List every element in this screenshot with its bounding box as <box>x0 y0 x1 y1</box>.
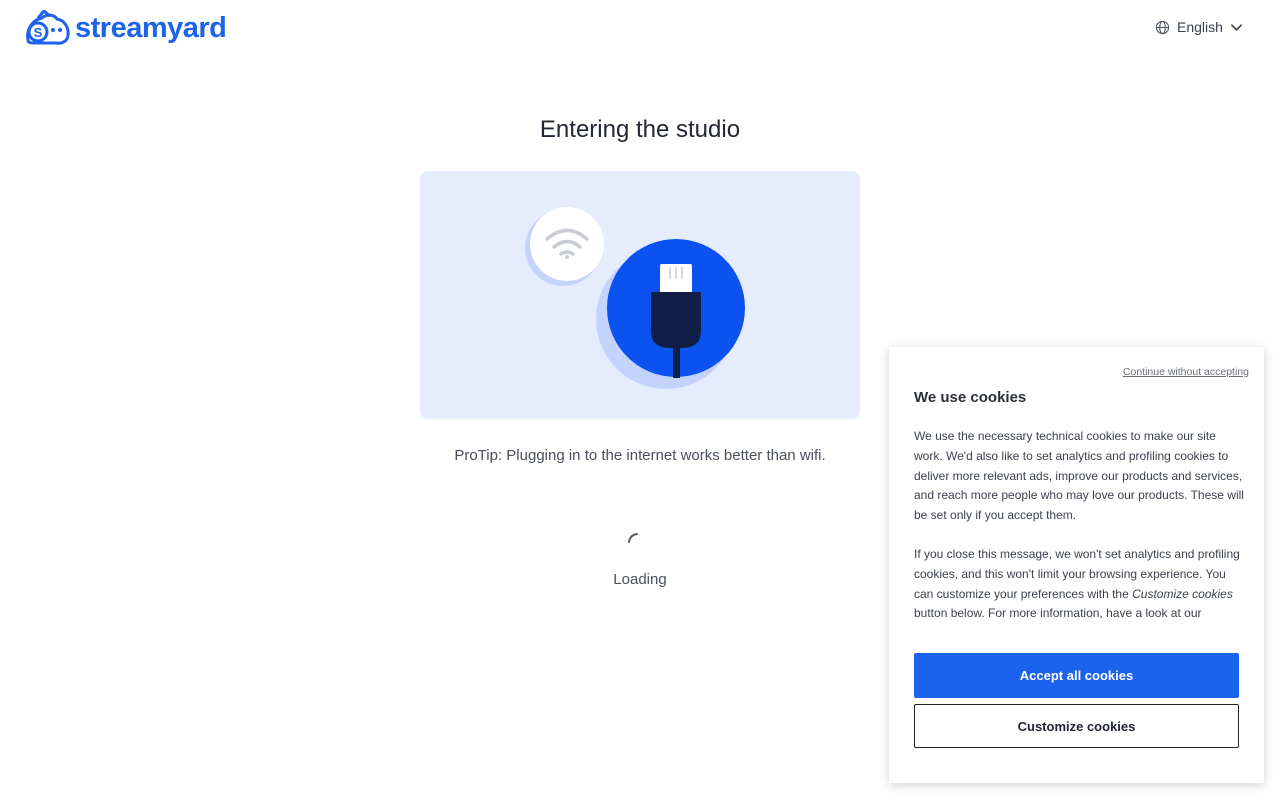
page-title: Entering the studio <box>539 116 741 143</box>
globe-icon <box>1155 20 1170 34</box>
cookie-paragraph-2-emphasis: Customize cookies <box>1132 586 1233 601</box>
accept-all-cookies-button[interactable]: Accept all cookies <box>914 653 1239 698</box>
cookie-title: We use cookies <box>914 389 1027 406</box>
cookie-paragraph-1: We use the necessary technical cookies t… <box>914 429 1244 523</box>
loading-spinner-icon <box>628 533 638 543</box>
connection-illustration <box>420 171 860 419</box>
illustration-canvas <box>525 207 745 389</box>
brand-name: streamyard <box>75 11 227 44</box>
continue-without-accepting-link[interactable]: Continue without accepting <box>1123 366 1249 378</box>
cookie-consent-panel: Continue without accepting We use cookie… <box>889 347 1264 783</box>
customize-cookies-button[interactable]: Customize cookies <box>914 704 1239 748</box>
streamyard-logo[interactable]: S streamyard <box>24 10 227 46</box>
cookie-paragraph-2: If you close this message, we won't set … <box>914 545 1244 624</box>
svg-text:S: S <box>34 25 43 40</box>
language-label: English <box>1177 19 1223 35</box>
page: S streamyard English Entering the studio <box>0 0 1280 800</box>
cookie-paragraph-2-end: button below. For more information, have… <box>914 606 1202 621</box>
streamyard-logo-icon: S <box>26 10 70 45</box>
wifi-bubble <box>530 207 604 281</box>
language-selector[interactable]: English <box>1155 19 1243 35</box>
chevron-down-icon <box>1230 23 1242 31</box>
